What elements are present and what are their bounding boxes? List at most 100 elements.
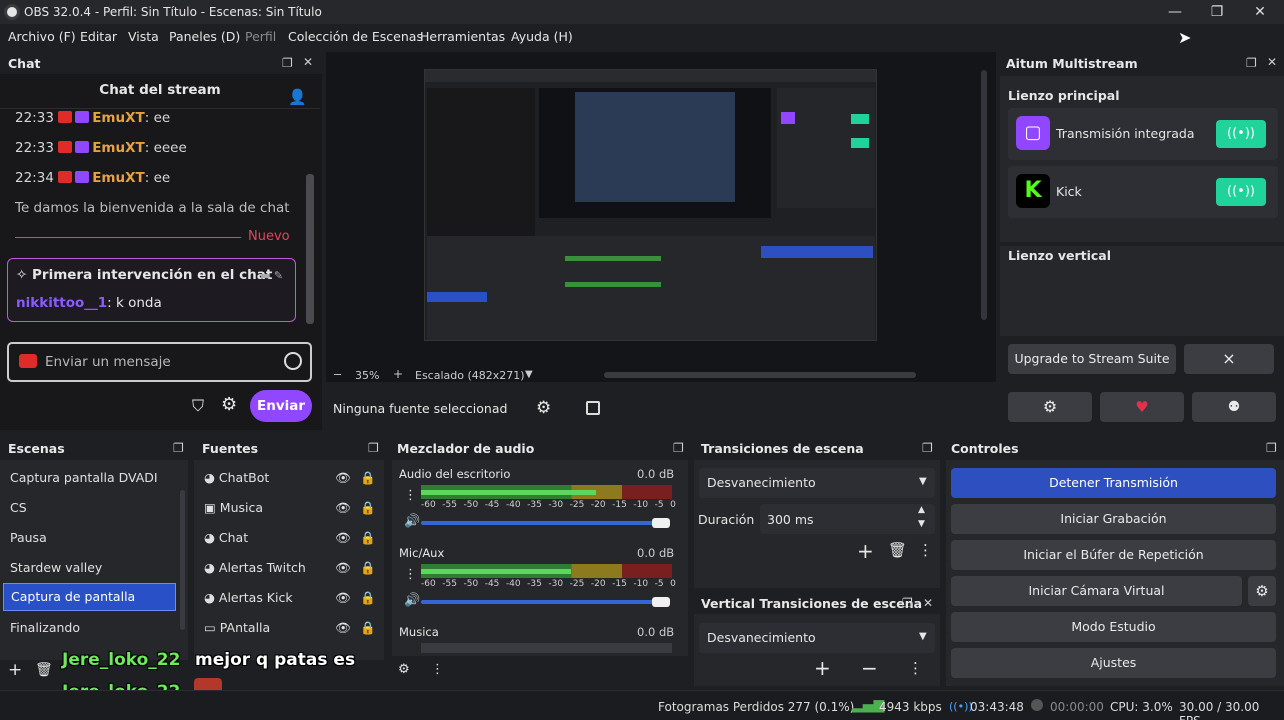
menu-perfil[interactable]: Perfil	[245, 29, 276, 44]
lock-icon[interactable]: 🔒	[360, 560, 376, 576]
float-dock-icon[interactable]: ❐	[282, 56, 293, 70]
transition-menu-icon[interactable]: ⋮	[918, 541, 933, 559]
close-upgrade-button[interactable]: ×	[1184, 344, 1274, 374]
remove-transition-icon[interactable]: 🗑	[888, 541, 907, 559]
zoom-in-button[interactable]: +	[393, 367, 403, 381]
preview-vscroll[interactable]	[981, 70, 987, 320]
upgrade-button[interactable]: Upgrade to Stream Suite	[1008, 344, 1176, 374]
scene-item[interactable]: Finalizando	[0, 613, 178, 643]
pin-icon[interactable]: ▬ ✎	[260, 269, 283, 282]
lock-icon[interactable]: 🔒	[360, 470, 376, 486]
spin-down-icon[interactable]: ▼	[918, 519, 925, 529]
scene-item[interactable]: CS	[0, 493, 178, 523]
preview-canvas[interactable]	[424, 69, 877, 341]
send-button[interactable]: Enviar	[250, 390, 312, 422]
maximize-button[interactable]: ❐	[1204, 2, 1230, 22]
source-item[interactable]: ◕ ChatBot	[204, 470, 269, 485]
discord-icon[interactable]: ⚉	[1192, 392, 1276, 422]
channel-menu-icon[interactable]: ⋮	[404, 567, 417, 582]
settings-button[interactable]: Ajustes	[951, 648, 1276, 678]
float-dock-icon[interactable]: ❐	[902, 596, 913, 610]
chat-user[interactable]: EmuXT	[92, 140, 145, 156]
start-replay-buffer-button[interactable]: Iniciar el Búfer de Repetición	[951, 540, 1276, 570]
eye-icon[interactable]: 👁	[335, 530, 351, 546]
lock-icon[interactable]: 🔒	[360, 590, 376, 606]
volume-slider-knob[interactable]	[652, 518, 670, 528]
virtual-camera-settings-icon[interactable]: ⚙	[1248, 576, 1276, 606]
scenes-scrollbar[interactable]	[180, 490, 185, 630]
stop-streaming-button[interactable]: Detener Transmisión	[951, 468, 1276, 498]
zoom-out-button[interactable]: −	[333, 368, 342, 381]
menu-archivo[interactable]: Archivo (F)	[8, 29, 76, 44]
menu-herramientas[interactable]: Herramientas	[420, 29, 505, 44]
source-item[interactable]: ◕ Alertas Twitch	[204, 560, 306, 575]
float-dock-icon[interactable]: ❐	[173, 441, 184, 455]
eye-icon[interactable]: 👁	[335, 620, 351, 636]
vertical-transition-select[interactable]: Desvanecimiento ▼	[699, 623, 935, 653]
source-item[interactable]: ▣ Musica	[204, 500, 263, 515]
advanced-audio-icon[interactable]: ⚙	[398, 662, 410, 677]
source-item[interactable]: ◕ Chat	[204, 530, 248, 545]
chat-user[interactable]: EmuXT	[92, 110, 145, 126]
first-user[interactable]: nikkittoo__1	[16, 295, 107, 311]
close-dock-icon[interactable]: ✕	[303, 55, 313, 69]
lock-icon[interactable]: 🔒	[360, 530, 376, 546]
close-dock-icon[interactable]: ✕	[923, 596, 933, 610]
float-dock-icon[interactable]: ❐	[1266, 441, 1277, 455]
volume-icon[interactable]: 🔊	[404, 514, 420, 529]
menu-paneles[interactable]: Paneles (D)	[169, 29, 240, 44]
float-dock-icon[interactable]: ❐	[673, 441, 684, 455]
menu-ayuda[interactable]: Ayuda (H)	[511, 29, 573, 44]
close-window-button[interactable]: ✕	[1247, 2, 1273, 22]
heart-icon[interactable]: ♥	[1100, 392, 1184, 422]
vertical-transition-menu-icon[interactable]: ⋮	[908, 659, 923, 677]
lock-icon[interactable]: 🔒	[360, 500, 376, 516]
users-icon[interactable]: 👤	[288, 88, 307, 106]
chat-user[interactable]: EmuXT	[92, 170, 145, 186]
chat-input[interactable]: Enviar un mensaje	[7, 342, 312, 382]
remove-scene-icon[interactable]: 🗑	[35, 662, 53, 678]
float-dock-icon[interactable]: ❐	[368, 441, 379, 455]
preview-scrollbar[interactable]	[604, 372, 916, 378]
channel-menu-icon[interactable]: ⋮	[404, 488, 417, 503]
source-item[interactable]: ▭ PAntalla	[204, 620, 270, 635]
menu-editar[interactable]: Editar	[80, 29, 117, 44]
emoji-icon[interactable]	[284, 352, 302, 370]
volume-slider-knob[interactable]	[652, 597, 670, 607]
menu-vista[interactable]: Vista	[128, 29, 159, 44]
eye-icon[interactable]: 👁	[335, 590, 351, 606]
transition-select[interactable]: Desvanecimiento ▼	[699, 468, 935, 498]
eye-icon[interactable]: 👁	[335, 470, 351, 486]
scene-item[interactable]: Stardew valley	[0, 553, 178, 583]
gear-icon[interactable]: ⚙	[221, 394, 237, 415]
float-dock-icon[interactable]: ❐	[922, 441, 933, 455]
add-scene-icon[interactable]: +	[8, 660, 22, 680]
volume-icon[interactable]: 🔊	[404, 593, 420, 608]
settings-icon[interactable]: ⚙	[1008, 392, 1092, 422]
eye-icon[interactable]: 👁	[335, 560, 351, 576]
volume-slider[interactable]	[421, 600, 663, 604]
scene-item[interactable]: Pausa	[0, 523, 178, 553]
float-dock-icon[interactable]: ❐	[1246, 56, 1257, 70]
duration-spinbox[interactable]: 300 ms ▲ ▼	[760, 504, 935, 534]
lock-icon[interactable]: 🔒	[360, 620, 376, 636]
source-filters-icon[interactable]	[586, 401, 600, 415]
menu-coleccion[interactable]: Colección de Escenas	[288, 29, 423, 44]
minimize-button[interactable]: —	[1162, 2, 1188, 22]
add-transition-icon[interactable]: +	[857, 539, 874, 563]
broadcast-toggle-icon[interactable]: ((•))	[1216, 120, 1266, 148]
shield-icon[interactable]: ⛉	[192, 396, 204, 416]
source-properties-icon[interactable]: ⚙	[536, 398, 551, 418]
spin-up-icon[interactable]: ▲	[918, 505, 925, 515]
remove-vertical-transition-icon[interactable]: −	[861, 656, 878, 680]
start-recording-button[interactable]: Iniciar Grabación	[951, 504, 1276, 534]
scale-dropdown-icon[interactable]: ▼	[525, 369, 533, 380]
chat-scrollbar[interactable]	[306, 174, 314, 324]
volume-slider[interactable]	[421, 521, 663, 525]
scene-item-selected[interactable]: Captura de pantalla	[3, 583, 176, 611]
source-item[interactable]: ◕ Alertas Kick	[204, 590, 293, 605]
close-dock-icon[interactable]: ✕	[1267, 55, 1277, 69]
broadcast-toggle-icon[interactable]: ((•))	[1216, 178, 1266, 206]
mixer-menu-icon[interactable]: ⋮	[431, 662, 444, 677]
start-virtual-camera-button[interactable]: Iniciar Cámara Virtual	[951, 576, 1242, 606]
